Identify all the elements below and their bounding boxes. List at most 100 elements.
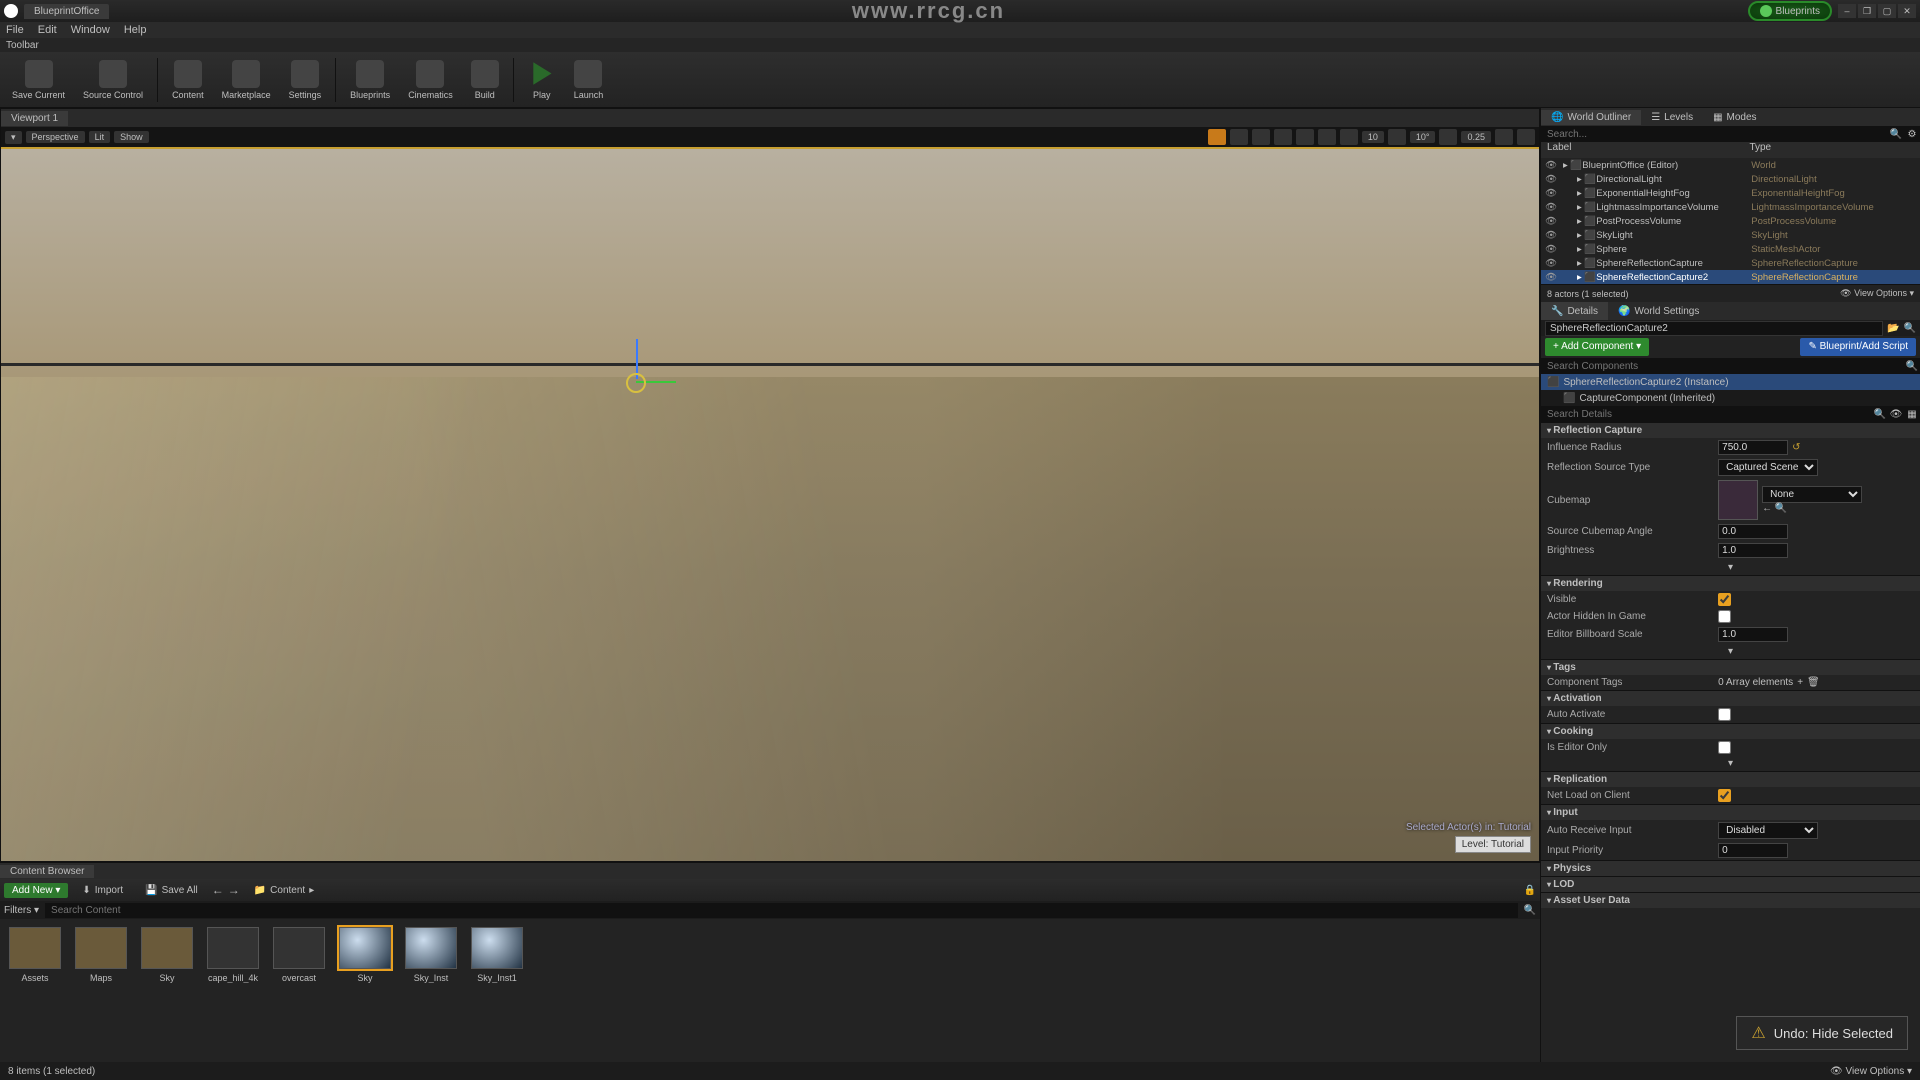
details-search-input[interactable] xyxy=(1541,408,1872,421)
outliner-row[interactable]: 👁▸ ⬛ LightmassImportanceVolumeLightmassI… xyxy=(1541,200,1920,214)
cb-add-new[interactable]: Add New ▾ xyxy=(4,883,68,898)
browse-asset-icon[interactable]: 🔍 xyxy=(1775,503,1787,514)
gizmo-ring[interactable] xyxy=(626,373,646,393)
cb-save-all[interactable]: 💾 Save All xyxy=(137,883,206,898)
tb-settings[interactable]: Settings xyxy=(281,58,330,102)
eye-icon[interactable]: 👁 xyxy=(1545,272,1559,283)
section-header[interactable]: LOD xyxy=(1541,877,1920,892)
vp-transform-scale[interactable] xyxy=(1274,129,1292,145)
restore-button[interactable]: ❐ xyxy=(1858,4,1876,18)
tab-details[interactable]: 🔧 Details xyxy=(1541,302,1608,320)
cubemap-angle-input[interactable] xyxy=(1718,524,1788,539)
vp-coord-space[interactable] xyxy=(1296,129,1314,145)
browse-icon[interactable]: 📂 xyxy=(1887,323,1899,334)
eye-icon[interactable]: 👁 xyxy=(1545,202,1559,213)
outliner-row[interactable]: 👁▸ ⬛ SphereStaticMeshActor xyxy=(1541,242,1920,256)
locate-icon[interactable]: 🔍 xyxy=(1904,323,1916,334)
outliner-col-type[interactable]: Type xyxy=(1749,142,1920,158)
outliner-row[interactable]: 👁▸ ⬛ SphereReflectionCapture2SphereRefle… xyxy=(1541,270,1920,284)
status-view-options[interactable]: 👁 View Options ▾ xyxy=(1830,1066,1912,1077)
eye-icon[interactable]: 👁 xyxy=(1545,244,1559,255)
billboard-scale-input[interactable] xyxy=(1718,627,1788,642)
section-header[interactable]: Rendering xyxy=(1541,576,1920,591)
tab-modes[interactable]: ▦ Modes xyxy=(1703,110,1766,125)
outliner-options-icon[interactable]: ⚙ xyxy=(1904,129,1920,140)
blueprints-badge[interactable]: Blueprints xyxy=(1748,1,1832,21)
section-header[interactable]: Input xyxy=(1541,805,1920,820)
eye-icon[interactable]: 👁 xyxy=(1545,258,1559,269)
cb-asset[interactable]: Sky_Inst xyxy=(404,927,458,983)
outliner-row[interactable]: 👁▸ ⬛ DirectionalLightDirectionalLight xyxy=(1541,172,1920,186)
transform-gizmo[interactable] xyxy=(616,363,656,403)
vp-transform-select[interactable] xyxy=(1208,129,1226,145)
eye-icon[interactable]: 👁 xyxy=(1545,188,1559,199)
vp-perspective[interactable]: Perspective xyxy=(26,131,85,143)
expand-icon[interactable]: ▾ xyxy=(1728,562,1733,573)
tb-marketplace[interactable]: Marketplace xyxy=(214,58,279,102)
cb-lock-icon[interactable]: 🔒 xyxy=(1524,885,1536,896)
outliner-row[interactable]: 👁▸ ⬛ SphereReflectionCaptureSphereReflec… xyxy=(1541,256,1920,270)
tb-content[interactable]: Content xyxy=(164,58,212,102)
cb-asset[interactable]: cape_hill_4k xyxy=(206,927,260,983)
array-add-icon[interactable]: + xyxy=(1797,677,1803,688)
cb-asset[interactable]: overcast xyxy=(272,927,326,983)
cb-asset[interactable]: Sky xyxy=(140,927,194,983)
search-icon[interactable]: 🔍 xyxy=(1524,905,1536,916)
editor-only-checkbox[interactable] xyxy=(1718,741,1731,754)
expand-icon[interactable]: ▾ xyxy=(1728,646,1733,657)
tb-save-current[interactable]: Save Current xyxy=(4,58,73,102)
array-clear-icon[interactable]: 🗑 xyxy=(1807,677,1820,688)
section-header[interactable]: Reflection Capture xyxy=(1541,423,1920,438)
vp-transform-translate[interactable] xyxy=(1230,129,1248,145)
section-header[interactable]: Activation xyxy=(1541,691,1920,706)
vp-snap-grid[interactable] xyxy=(1340,129,1358,145)
outliner-row[interactable]: 👁▸ ⬛ BlueprintOffice (Editor)World xyxy=(1541,158,1920,172)
viewport-tab-1[interactable]: Viewport 1 xyxy=(1,111,68,126)
vp-transform-rotate[interactable] xyxy=(1252,129,1270,145)
cb-tab[interactable]: Content Browser xyxy=(0,865,94,878)
menu-edit[interactable]: Edit xyxy=(38,24,57,36)
minimize-button[interactable]: – xyxy=(1838,4,1856,18)
cb-asset[interactable]: Assets xyxy=(8,927,62,983)
cb-search[interactable] xyxy=(45,903,1518,918)
vp-show[interactable]: Show xyxy=(114,131,149,143)
cb-import[interactable]: ⬇ Import xyxy=(74,883,131,898)
cubemap-select[interactable]: None xyxy=(1762,486,1862,503)
auto-activate-checkbox[interactable] xyxy=(1718,708,1731,721)
eye-icon[interactable]: 👁 xyxy=(1545,216,1559,227)
cubemap-thumbnail[interactable] xyxy=(1718,480,1758,520)
maximize-button[interactable]: ▢ xyxy=(1878,4,1896,18)
component-row[interactable]: ⬛ SphereReflectionCapture2 (Instance) xyxy=(1541,374,1920,390)
vp-snap-scale[interactable] xyxy=(1439,129,1457,145)
actor-hidden-checkbox[interactable] xyxy=(1718,610,1731,623)
expand-icon[interactable]: ▾ xyxy=(1728,758,1733,769)
cb-asset[interactable]: Sky_Inst1 xyxy=(470,927,524,983)
outliner-col-label[interactable]: Label xyxy=(1541,142,1749,158)
section-header[interactable]: Cooking xyxy=(1541,724,1920,739)
eye-icon[interactable]: 👁 xyxy=(1545,160,1559,171)
details-properties[interactable]: Reflection Capture Influence Radius↺ Ref… xyxy=(1541,422,1920,1062)
menu-file[interactable]: File xyxy=(6,24,24,36)
component-row[interactable]: ⬛ CaptureComponent (Inherited) xyxy=(1541,390,1920,406)
section-header[interactable]: Asset User Data xyxy=(1541,893,1920,908)
tb-launch[interactable]: Launch xyxy=(566,58,612,102)
vp-lit[interactable]: Lit xyxy=(89,131,111,143)
search-icon[interactable]: 🔍 xyxy=(1872,409,1888,420)
add-component-button[interactable]: + Add Component ▾ xyxy=(1545,338,1649,356)
brightness-input[interactable] xyxy=(1718,543,1788,558)
vp-maximize[interactable] xyxy=(1517,129,1535,145)
section-header[interactable]: Replication xyxy=(1541,772,1920,787)
search-icon[interactable]: 🔍 xyxy=(1888,129,1904,140)
eye-icon[interactable]: 👁 xyxy=(1888,409,1904,420)
cb-nav-back[interactable]: ← xyxy=(212,883,224,897)
menu-window[interactable]: Window xyxy=(71,24,110,36)
outliner-search-input[interactable] xyxy=(1541,128,1888,141)
vp-angle-size[interactable]: 10° xyxy=(1410,131,1436,143)
reset-icon[interactable]: ↺ xyxy=(1792,442,1800,453)
details-object-name[interactable] xyxy=(1545,321,1883,336)
search-icon[interactable]: 🔍 xyxy=(1904,361,1920,372)
tb-build[interactable]: Build xyxy=(463,58,507,102)
tb-play[interactable]: Play xyxy=(520,58,564,102)
net-load-checkbox[interactable] xyxy=(1718,789,1731,802)
use-asset-icon[interactable]: ← xyxy=(1762,503,1772,514)
